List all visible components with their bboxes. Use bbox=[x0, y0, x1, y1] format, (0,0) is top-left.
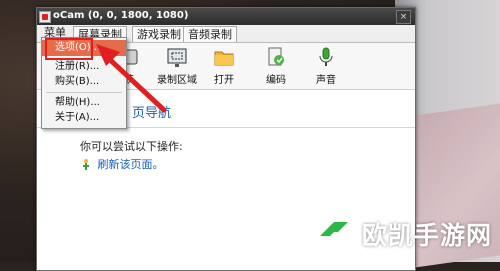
sound-icon bbox=[319, 47, 333, 66]
app-icon bbox=[39, 11, 51, 23]
toolbar-label-sound: 声音 bbox=[316, 75, 336, 86]
refresh-link[interactable]: 刷新该页面。 bbox=[80, 156, 164, 172]
title-bar[interactable]: oCam (0, 0, 1800, 1080) × bbox=[37, 8, 415, 25]
refresh-bullet-icon bbox=[83, 159, 89, 170]
folder-icon bbox=[214, 51, 234, 66]
red-arrow-icon bbox=[96, 44, 167, 113]
toolbar-open-button[interactable]: 打开 bbox=[201, 46, 247, 86]
toolbar-label-codec: 编码 bbox=[266, 75, 286, 86]
toolbar-label-open: 打开 bbox=[214, 75, 234, 86]
refresh-link-label: 刷新该页面。 bbox=[97, 158, 164, 171]
toolbar-sound-button[interactable]: 声音 bbox=[303, 46, 349, 86]
watermark-logo-icon bbox=[319, 222, 348, 246]
watermark: 欧凯手游网 bbox=[314, 216, 492, 252]
codec-icon bbox=[268, 47, 284, 66]
window-title: oCam (0, 0, 1800, 1080) bbox=[53, 10, 189, 21]
tab-audio-record[interactable]: 音频录制 bbox=[183, 26, 237, 42]
toolbar-codec-button[interactable]: 编码 bbox=[253, 46, 299, 86]
close-button[interactable]: × bbox=[396, 10, 411, 24]
hint-text: 你可以尝试以下操作: bbox=[80, 140, 183, 153]
watermark-text: 欧凯手游网 bbox=[361, 221, 492, 250]
highlight-box bbox=[45, 38, 93, 60]
